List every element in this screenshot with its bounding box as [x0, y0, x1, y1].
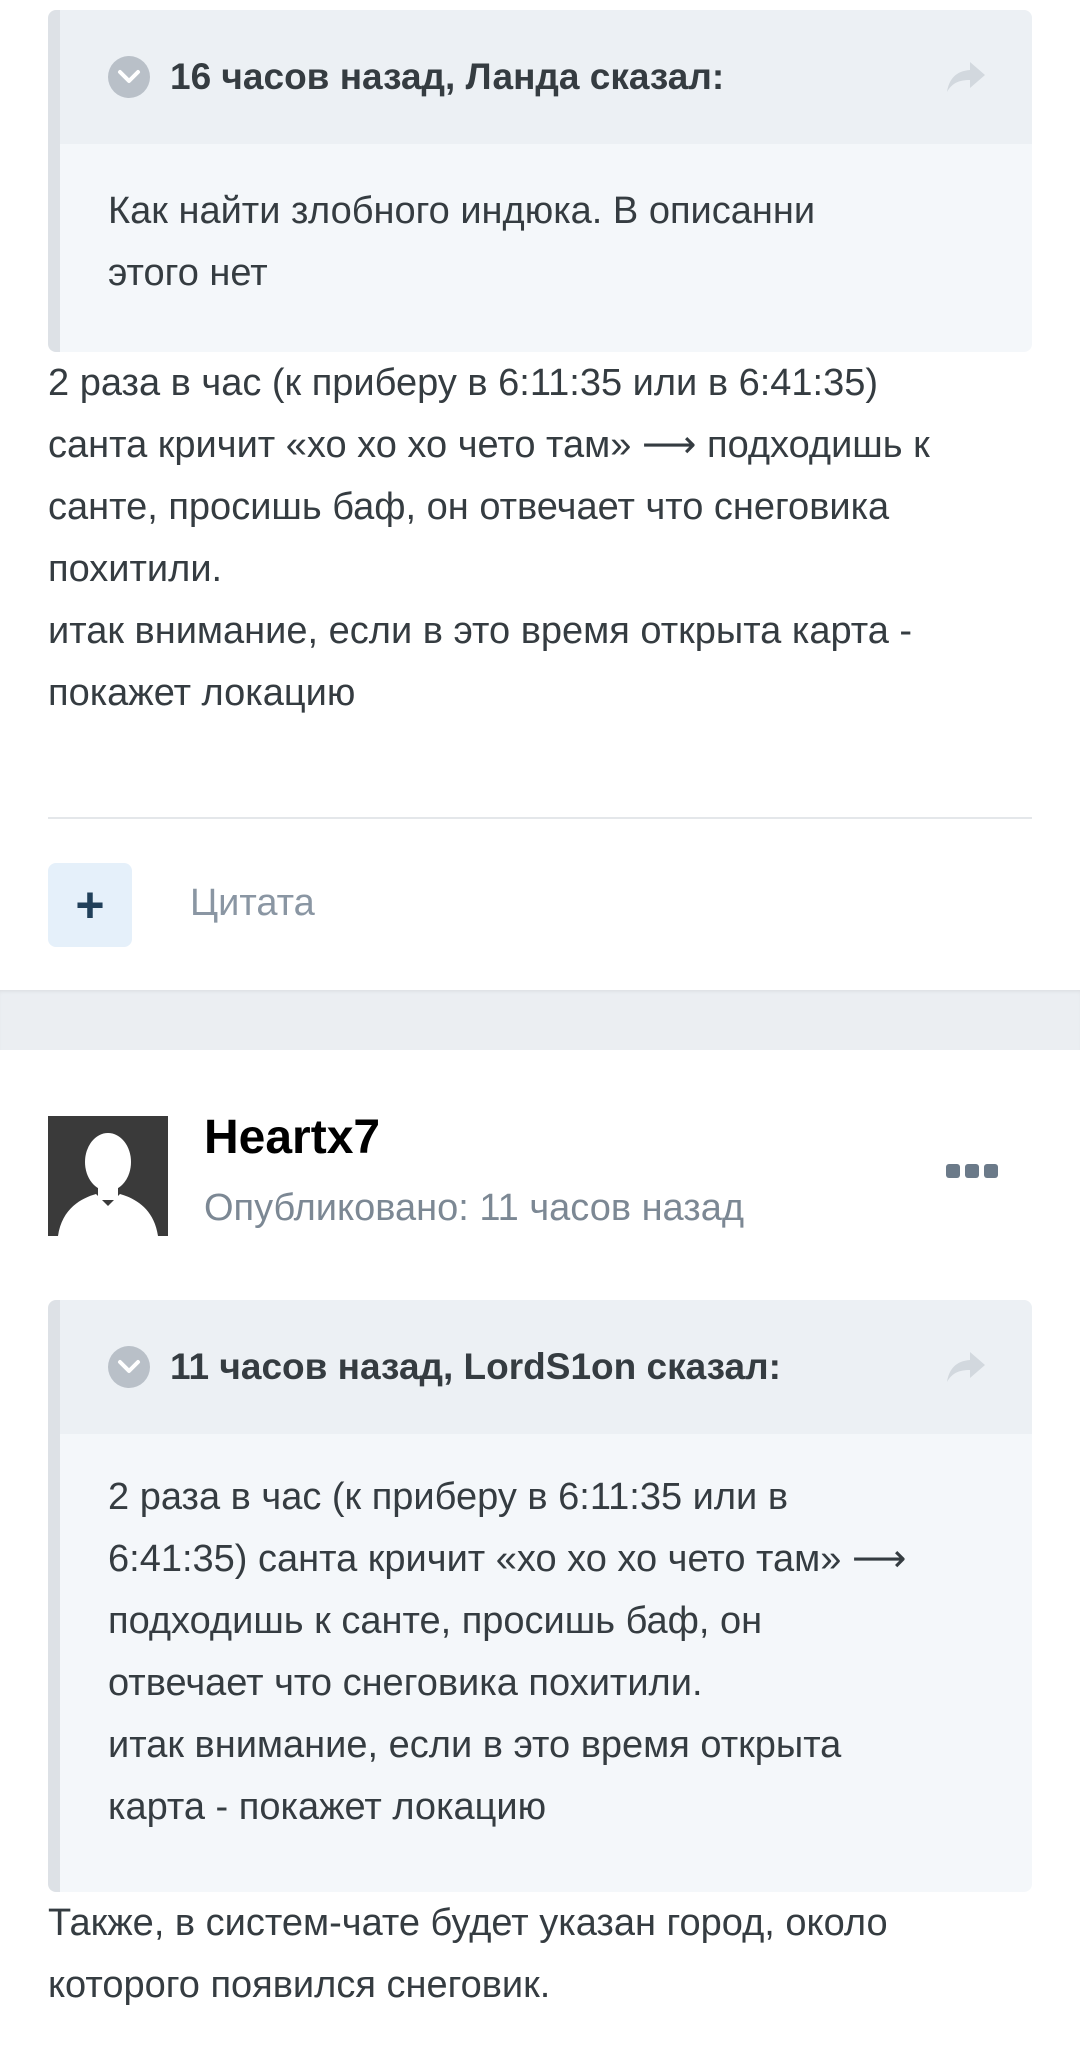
more-options-icon[interactable]	[946, 1164, 998, 1178]
quote-text: Как найти злобного индюка. В описанни эт…	[108, 190, 816, 294]
post-line: санте, просишь баф, он отвечает что снег…	[48, 486, 890, 528]
quote-line: подходишь к санте, просишь баф, он	[108, 1600, 763, 1642]
quote-block: 16 часов назад, Ланда сказал: Как найти …	[48, 10, 1032, 352]
post-line: Также, в систем-чате будет указан город,…	[48, 1902, 888, 1944]
chevron-down-icon[interactable]	[108, 1346, 150, 1388]
share-arrow-icon[interactable]	[944, 1349, 988, 1385]
post-separator	[0, 990, 1080, 1050]
quote-link[interactable]: Цитата	[190, 882, 315, 925]
post-line: итак внимание, если в это время открыта …	[48, 610, 913, 652]
post-content: 2 раза в час (к приберу в 6:11:35 или в …	[48, 352, 1038, 724]
quote-citation[interactable]: 11 часов назад, LordS1on сказал:	[170, 1346, 781, 1388]
post-line: которого появился снеговик.	[48, 1964, 551, 2006]
chevron-down-icon[interactable]	[108, 56, 150, 98]
quote-citation[interactable]: 16 часов назад, Ланда сказал:	[170, 56, 724, 98]
multiquote-button[interactable]: +	[48, 863, 132, 947]
divider	[48, 817, 1032, 819]
quote-header: 11 часов назад, LordS1on сказал:	[60, 1300, 1032, 1434]
post-line: 2 раза в час (к приберу в 6:11:35 или в …	[48, 362, 879, 404]
quote-header: 16 часов назад, Ланда сказал:	[60, 10, 1032, 144]
avatar[interactable]	[48, 1116, 168, 1236]
share-arrow-icon[interactable]	[944, 59, 988, 95]
quote-line: итак внимание, если в это время открыта	[108, 1724, 842, 1766]
quote-text: 2 раза в час (к приберу в 6:11:35 или в …	[60, 1434, 1032, 1878]
quote-line: 6:41:35) санта кричит «хо хо хо чето там…	[108, 1538, 907, 1580]
author-name[interactable]: Heartx7	[204, 1110, 380, 1165]
quote-line: карта - покажет локацию	[108, 1786, 547, 1828]
quote-block: 11 часов назад, LordS1on сказал: 2 раза …	[48, 1300, 1032, 1892]
quote-line: отвечает что снеговика похитили.	[108, 1662, 703, 1704]
post-content: Также, в систем-чате будет указан город,…	[48, 1892, 1038, 2016]
post-line: санта кричит «хо хо хо чето там» ⟶ подхо…	[48, 424, 930, 466]
post-line: похитили.	[48, 548, 223, 590]
post-timestamp: Опубликовано: 11 часов назад	[204, 1187, 744, 1229]
post-line: покажет локацию	[48, 672, 356, 714]
quote-line: 2 раза в час (к приберу в 6:11:35 или в	[108, 1476, 789, 1518]
